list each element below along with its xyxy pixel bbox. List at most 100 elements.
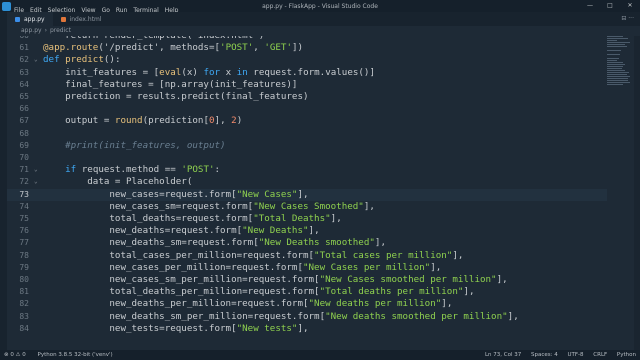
code-text: new_deaths_per_million=request.form["New… (43, 298, 453, 310)
python-interpreter[interactable]: Python 3.8.5 32-bit ('venv') (38, 352, 113, 358)
line-number: 78 (19, 250, 29, 260)
code-line[interactable]: 68 (7, 128, 607, 140)
activity-bar (0, 12, 7, 350)
tab-index-html[interactable]: index.html (53, 12, 110, 26)
minimap-line (607, 74, 628, 75)
line-number: 70 (19, 153, 29, 162)
code-line[interactable]: 73 new_cases=request.form["New Cases"], (7, 189, 607, 201)
code-line[interactable]: 74 new_cases_sm=request.form["New Cases … (7, 201, 607, 213)
line-number: 67 (19, 116, 29, 126)
minimap-line (607, 64, 626, 65)
line-number: 83 (19, 311, 29, 321)
line-ending[interactable]: CRLF (593, 352, 607, 358)
code-line[interactable]: 72 ⌄ data = Placeholder( (7, 176, 607, 188)
close-icon[interactable]: ✕ (620, 0, 640, 12)
chevron-right-icon: › (44, 27, 47, 34)
line-number: 64 (19, 79, 29, 89)
line-number: 74 (19, 201, 29, 211)
python-file-icon (15, 16, 20, 22)
language-mode[interactable]: Python (617, 352, 636, 358)
line-number: 68 (19, 128, 29, 138)
minimap-line (607, 62, 623, 63)
editor-tabs: app.py index.html ⊟ ··· (7, 12, 640, 26)
code-text: #print(init_features, output) (43, 139, 226, 151)
code-text: new_deaths_sm=request.form["New Deaths s… (43, 237, 386, 249)
code-line[interactable]: 71 ⌄ if request.method == 'POST': (7, 164, 607, 176)
line-number: 81 (19, 287, 29, 297)
code-text: new_cases_sm=request.form["New Cases Smo… (43, 200, 375, 212)
indentation[interactable]: Spaces: 4 (531, 352, 558, 358)
line-number: 80 (19, 275, 29, 284)
line-number: 66 (19, 104, 29, 114)
line-number: 75 (19, 214, 29, 223)
fold-chevron-icon[interactable]: ⌄ (34, 164, 38, 176)
maximize-icon[interactable]: □ (600, 0, 620, 12)
line-number: 79 (19, 262, 29, 272)
code-editor[interactable]: 60 return render_template('index.html')6… (7, 36, 607, 350)
code-line[interactable]: 77 new_deaths_sm=request.form["New Death… (7, 237, 607, 249)
code-line[interactable]: 63 init_features = [eval(x) for x in req… (7, 67, 607, 79)
line-number: 63 (19, 67, 29, 77)
line-number: 69 (19, 140, 29, 150)
minimap-line (607, 50, 622, 51)
code-line[interactable]: 84 new_tests=request.form["New tests"], (7, 323, 607, 335)
line-number: 60 (7, 36, 29, 42)
code-line[interactable]: 66 (7, 103, 607, 115)
minimap-line (607, 42, 631, 43)
title-bar: File Edit Selection View Go Run Terminal Help a… (0, 0, 640, 14)
code-line[interactable]: 65 prediction = results.predict(final_fe… (7, 91, 607, 103)
encoding[interactable]: UTF-8 (567, 352, 583, 358)
status-bar: ⊗ 0 ⚠ 0 Python 3.8.5 32-bit ('venv') Ln … (0, 350, 640, 360)
code-text: data = Placeholder( (43, 176, 193, 188)
code-line[interactable]: 82 new_deaths_per_million=request.form["… (7, 298, 607, 310)
code-line[interactable]: 81 total_deaths_per_million=request.form… (7, 286, 607, 298)
breadcrumb: app.py › predict (7, 26, 640, 36)
code-line[interactable]: 75 total_deaths=request.form["Total Deat… (7, 213, 607, 225)
code-line[interactable]: 80 new_cases_sm_per_million=request.form… (7, 274, 607, 286)
minimap-line (607, 38, 628, 39)
minimap-line (607, 54, 620, 55)
code-line[interactable]: 76 new_deaths=request.form["New Deaths"]… (7, 225, 607, 237)
code-text: def predict(): (43, 54, 121, 66)
tab-app-py[interactable]: app.py (7, 12, 53, 26)
minimap-line (607, 58, 619, 59)
code-line[interactable]: 70 (7, 152, 607, 164)
minimap[interactable] (607, 36, 633, 156)
code-line[interactable]: 62 ⌄ def predict(): (7, 54, 607, 66)
line-number: 77 (19, 238, 29, 248)
editor-scrollbar[interactable] (634, 36, 640, 350)
minimize-icon[interactable]: — (580, 0, 600, 12)
code-text: total_deaths_per_million=request.form["T… (43, 286, 475, 298)
minimap-line (607, 82, 631, 83)
minimap-line (607, 60, 618, 61)
code-text: total_cases_per_million=request.form["To… (43, 249, 464, 261)
code-line[interactable]: 69 #print(init_features, output) (7, 140, 607, 152)
code-text: init_features = [eval(x) for x in reques… (43, 66, 375, 78)
cursor-position[interactable]: Ln 73, Col 37 (485, 352, 521, 358)
code-text: new_tests=request.form["New tests"], (43, 322, 309, 334)
window-controls: — □ ✕ (580, 0, 640, 12)
breadcrumb-symbol[interactable]: predict (50, 27, 71, 34)
fold-chevron-icon[interactable]: ⌄ (34, 54, 38, 66)
code-text: if request.method == 'POST': (65, 164, 221, 176)
line-number: 65 (19, 92, 29, 101)
line-number: 84 (19, 323, 29, 333)
problems-indicator[interactable]: ⊗ 0 ⚠ 0 (4, 352, 26, 358)
minimap-line (607, 36, 623, 37)
code-line[interactable]: 79 new_cases_per_million=request.form["N… (7, 262, 607, 274)
html-file-icon (60, 16, 66, 22)
minimap-line (607, 46, 627, 47)
line-number: 71 (19, 165, 29, 175)
line-number: 62 (19, 55, 29, 65)
fold-chevron-icon[interactable]: ⌄ (34, 176, 38, 188)
breadcrumb-file[interactable]: app.py (21, 27, 42, 34)
code-line[interactable]: 67 output = round(prediction[0], 2) (7, 115, 607, 127)
code-line[interactable]: 64 final_features = [np.array(init_featu… (7, 79, 607, 91)
code-line[interactable]: 78 total_cases_per_million=request.form[… (7, 250, 607, 262)
split-editor-icon[interactable]: ⊟ ··· (621, 15, 634, 22)
code-line[interactable]: 83 new_deaths_sm_per_million=request.for… (7, 311, 607, 323)
code-text: prediction = results.predict(final_featu… (43, 91, 309, 102)
vscode-logo-icon (2, 1, 11, 11)
code-line[interactable]: 61 @app.route('/predict', methods=['POST'… (7, 42, 607, 54)
code-line[interactable]: 60 return render_template('index.html') (7, 36, 607, 42)
